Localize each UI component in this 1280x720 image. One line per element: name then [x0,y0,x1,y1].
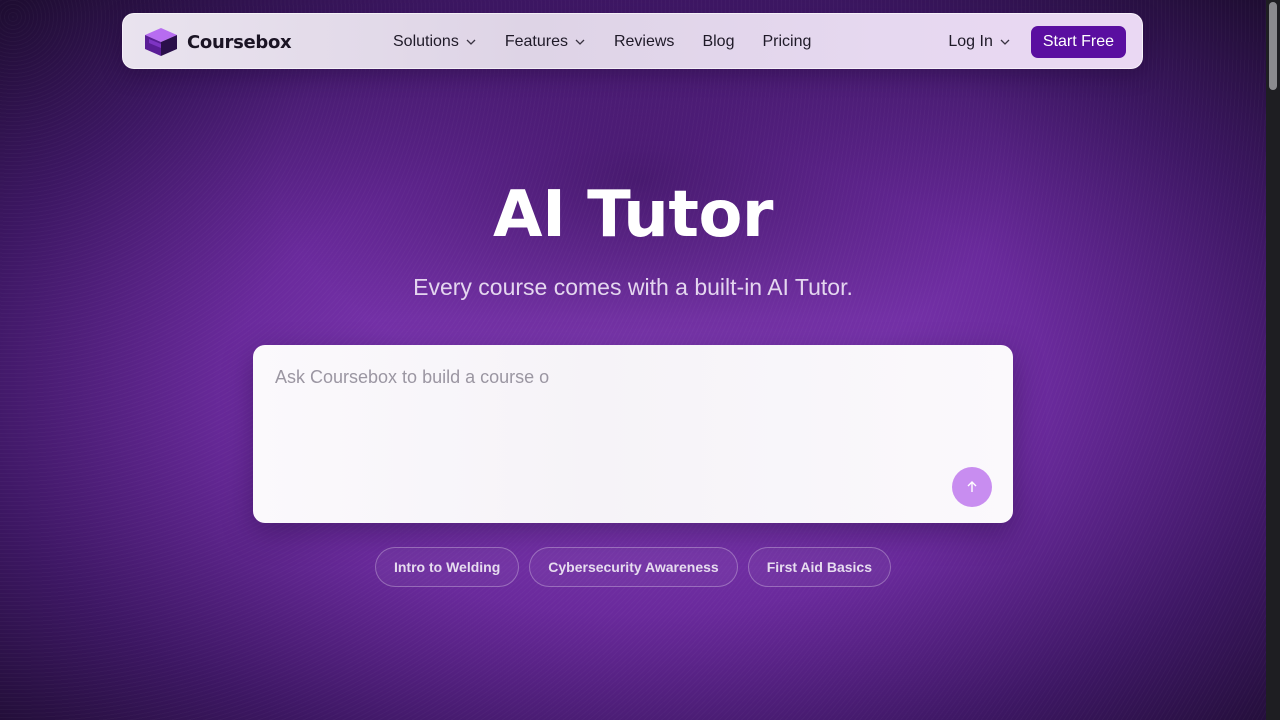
page-title: AI Tutor [493,178,773,252]
graduation-cap-icon [145,28,177,56]
nav-blog[interactable]: Blog [702,33,734,51]
chevron-down-icon [575,39,585,45]
nav-features-label: Features [504,33,568,50]
course-prompt-input[interactable] [273,365,977,469]
prompt-box [253,345,1013,523]
scrollbar[interactable] [1266,0,1280,720]
nav-blog-label: Blog [702,33,735,50]
suggestion-chip-first-aid[interactable]: First Aid Basics [747,547,891,587]
login-label: Log In [948,33,993,50]
arrow-up-icon [967,481,977,492]
suggestion-chip-welding[interactable]: Intro to Welding [374,547,520,587]
login-dropdown[interactable]: Log In [948,33,1010,51]
nav-solutions[interactable]: Solutions [393,33,477,51]
nav-reviews[interactable]: Reviews [614,33,674,51]
nav-actions: Log In Start Free [948,14,1126,70]
send-button[interactable] [952,467,992,507]
chevron-down-icon [1000,39,1010,45]
nav-reviews-label: Reviews [613,33,675,50]
logo-link[interactable]: Coursebox [143,26,292,58]
nav-pricing-label: Pricing [762,33,812,50]
brand-name: Coursebox [187,31,292,53]
nav-features[interactable]: Features [505,33,586,51]
suggestion-chip-cybersecurity[interactable]: Cybersecurity Awareness [529,547,738,587]
scrollbar-thumb[interactable] [1269,2,1277,90]
nav-links: Solutions Features Reviews Blog Pricing [393,14,839,70]
page-subtitle: Every course comes with a built-in AI Tu… [413,274,853,300]
nav-pricing[interactable]: Pricing [762,33,811,51]
navbar: Coursebox Solutions Features Reviews Blo… [122,13,1143,69]
chevron-down-icon [466,39,476,45]
nav-solutions-label: Solutions [393,33,459,50]
suggestion-chips: Intro to Welding Cybersecurity Awareness… [0,547,1266,587]
start-free-button[interactable]: Start Free [1030,26,1126,58]
page: Coursebox Solutions Features Reviews Blo… [0,0,1266,720]
